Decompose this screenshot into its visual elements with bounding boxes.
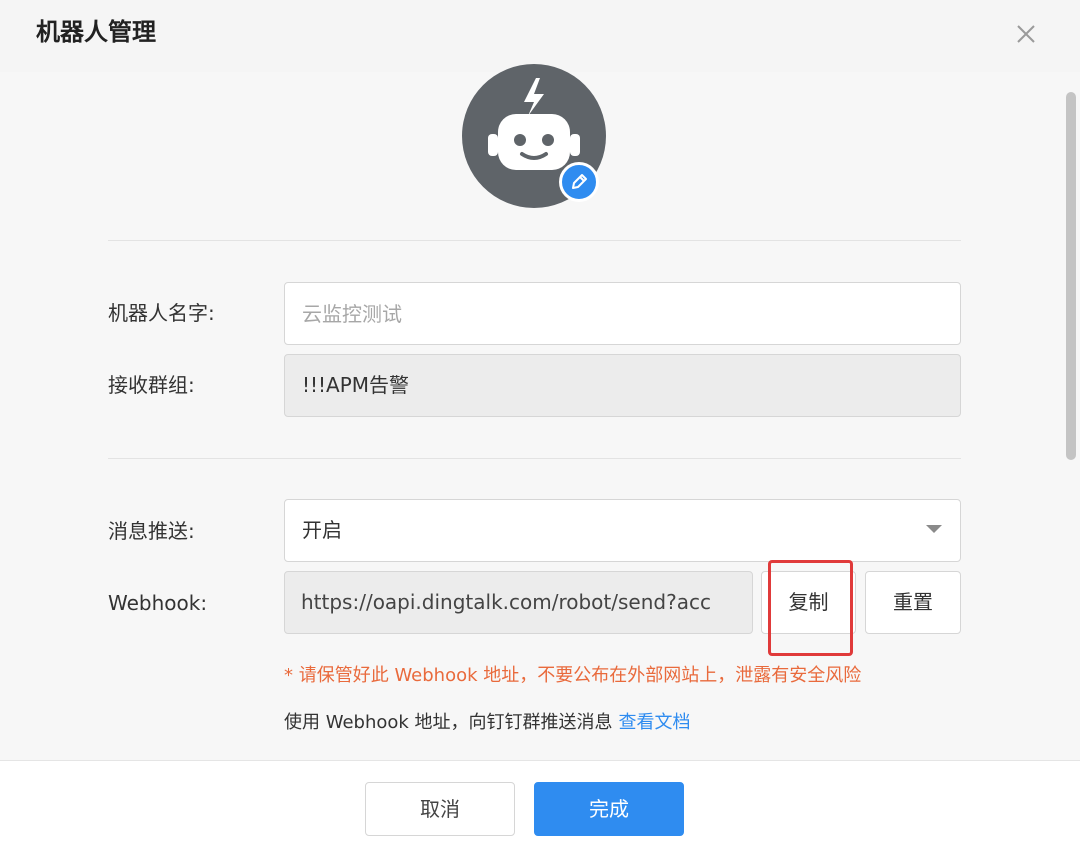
view-docs-link[interactable]: 查看文档 bbox=[619, 712, 691, 733]
cancel-button[interactable]: 取消 bbox=[365, 782, 515, 836]
security-warning: * 请保管好此 Webhook 地址，不要公布在外部网站上，泄露有安全风险 bbox=[284, 665, 862, 686]
push-select[interactable]: 开启 bbox=[284, 499, 961, 562]
close-icon[interactable] bbox=[1010, 18, 1042, 50]
webhook-label: Webhook: bbox=[108, 591, 208, 615]
edit-avatar-button[interactable] bbox=[559, 162, 599, 202]
name-label: 机器人名字: bbox=[108, 301, 215, 325]
section-divider bbox=[108, 458, 961, 459]
dialog-title: 机器人管理 bbox=[36, 18, 156, 46]
robot-name-input[interactable] bbox=[284, 282, 961, 345]
scrollbar-thumb[interactable] bbox=[1066, 92, 1076, 460]
receive-group-field: !!!APM告警 bbox=[284, 354, 961, 417]
group-label: 接收群组: bbox=[108, 373, 195, 397]
dialog-header: 机器人管理 bbox=[0, 0, 1080, 72]
pencil-icon bbox=[572, 174, 587, 189]
push-label: 消息推送: bbox=[108, 519, 195, 543]
copy-button[interactable]: 复制 bbox=[761, 571, 856, 634]
section-divider bbox=[108, 240, 961, 241]
usage-hint-text: 使用 Webhook 地址，向钉钉群推送消息 bbox=[284, 712, 613, 733]
usage-hint: 使用 Webhook 地址，向钉钉群推送消息 查看文档 bbox=[284, 709, 691, 737]
done-button[interactable]: 完成 bbox=[534, 782, 684, 836]
reset-button[interactable]: 重置 bbox=[865, 571, 961, 634]
chevron-down-icon[interactable] bbox=[926, 525, 942, 533]
webhook-url-field[interactable]: https://oapi.dingtalk.com/robot/send?acc bbox=[284, 571, 753, 634]
dialog-footer: 取消 完成 bbox=[0, 760, 1080, 855]
